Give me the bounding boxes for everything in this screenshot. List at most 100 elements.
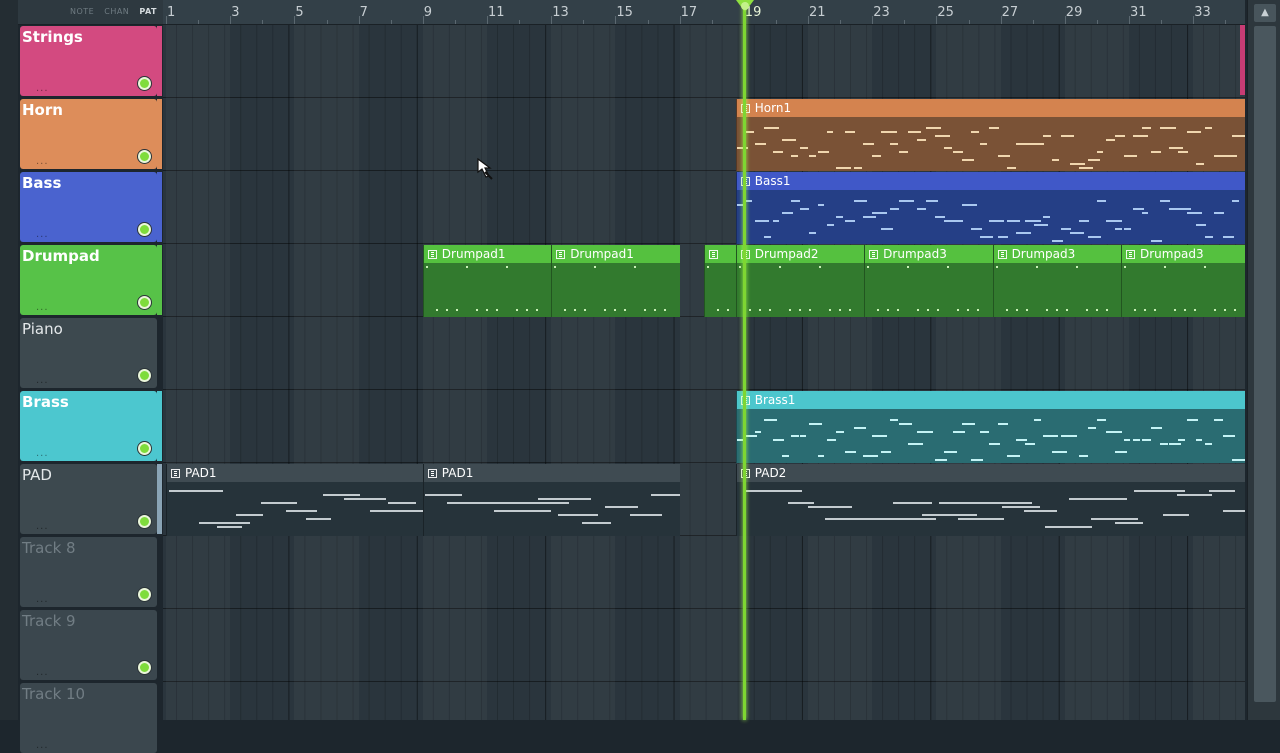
track-mute-led[interactable]	[138, 369, 151, 382]
track-grip-icon[interactable]: ...	[36, 156, 49, 167]
track-mute-led[interactable]	[138, 588, 151, 601]
pattern-clip[interactable]: Drumpad2	[735, 245, 865, 317]
clip-title-bar[interactable]: PAD1	[423, 464, 680, 482]
track-header[interactable]: Track 8...	[20, 537, 157, 607]
clip-title-bar[interactable]: Drumpad3	[865, 245, 993, 263]
clip-note	[745, 200, 752, 202]
clip-note	[1176, 494, 1213, 496]
pattern-clip[interactable]: Horn1	[735, 99, 1245, 171]
track-mute-led[interactable]	[138, 150, 151, 163]
track-header[interactable]: Horn...	[20, 99, 157, 169]
clip-title-bar[interactable]: Horn1	[736, 99, 1245, 117]
track-header[interactable]: Track 9...	[20, 610, 157, 680]
track-grip-icon[interactable]: ...	[36, 740, 49, 751]
tab-note[interactable]: NOTE	[70, 7, 94, 16]
track-grip-icon[interactable]: ...	[36, 83, 49, 94]
clip-title-bar[interactable]: Drumpad3	[993, 245, 1121, 263]
pattern-clip[interactable]: Bass1	[735, 172, 1245, 244]
ruler-bar-number: 11	[488, 5, 505, 20]
pattern-clip[interactable]: Drumpad3	[864, 245, 993, 317]
clip-title-bar[interactable]: PAD2	[736, 464, 1245, 482]
clip-note	[1042, 135, 1052, 137]
clip-note	[1006, 220, 1020, 222]
clip-title-bar[interactable]: Drumpad2	[736, 245, 865, 263]
clip-note	[475, 309, 478, 311]
track-header[interactable]: Strings...	[20, 26, 157, 96]
scroll-up-arrow-icon[interactable]: ▲	[1254, 4, 1276, 22]
track-mute-led[interactable]	[138, 515, 151, 528]
ruler-tick	[1064, 16, 1066, 24]
clip-note	[1159, 127, 1176, 129]
pattern-clip[interactable]: Brass1	[735, 391, 1245, 463]
track-grip-icon[interactable]: ...	[36, 302, 49, 313]
playlist-grid[interactable]: Horn1 Bass1 Drumpad1 Drumpad1 Drumpad2 Drumpa…	[163, 25, 1245, 720]
clip-note	[305, 518, 332, 520]
scroll-thumb[interactable]	[1254, 26, 1276, 702]
clip-title-bar[interactable]	[704, 245, 736, 263]
clip-notes	[167, 482, 423, 536]
clip-label: PAD2	[754, 466, 787, 480]
tab-chan[interactable]: CHAN	[104, 7, 129, 16]
clip-note	[880, 228, 894, 230]
pattern-icon	[1125, 250, 1135, 259]
clip-note	[997, 236, 1008, 238]
track-mute-led[interactable]	[138, 77, 151, 90]
clip-note	[970, 131, 979, 133]
track-mute-led[interactable]	[138, 223, 151, 236]
ruler-bar-number: 13	[552, 5, 569, 20]
clip-note	[594, 266, 597, 268]
pattern-clip[interactable]: Drumpad3	[1120, 245, 1245, 317]
pattern-clip[interactable]: Drumpad1	[422, 245, 552, 317]
tab-pat[interactable]: PAT	[139, 7, 157, 16]
clip-note	[997, 423, 1008, 425]
clip-title-bar[interactable]: Brass1	[736, 391, 1245, 409]
clip-note	[897, 309, 900, 311]
clip-title-bar[interactable]: Drumpad1	[552, 245, 680, 263]
pattern-clip[interactable]: PAD1	[166, 464, 423, 536]
clip-note	[1123, 155, 1138, 157]
ruler-tick	[1000, 16, 1002, 24]
pattern-icon	[556, 250, 566, 259]
track-mute-led[interactable]	[138, 296, 151, 309]
track-color-strip	[157, 99, 162, 169]
track-grip-icon[interactable]: ...	[36, 521, 49, 532]
track-grip-icon[interactable]: ...	[36, 448, 49, 459]
clip-note	[838, 309, 841, 311]
strings-clip-edge[interactable]	[1240, 25, 1245, 95]
pattern-clip[interactable]: Drumpad3	[992, 245, 1121, 317]
ruler-tick	[711, 20, 713, 24]
track-grip-icon[interactable]: ...	[36, 594, 49, 605]
track-grip-icon[interactable]: ...	[36, 667, 49, 678]
vertical-scrollbar[interactable]: ▲	[1247, 0, 1280, 720]
clip-title-bar[interactable]: Drumpad1	[423, 245, 552, 263]
clip-note	[1051, 159, 1060, 161]
pattern-clip[interactable]	[703, 245, 736, 317]
clip-note	[1060, 228, 1071, 230]
pattern-clip[interactable]: PAD2	[735, 464, 1245, 536]
pattern-clip[interactable]: Drumpad1	[551, 245, 680, 317]
timeline-ruler[interactable]: 1 3 5 7 9 11 13 15 17 19 21 23 25 27 29 31 33	[163, 0, 1245, 25]
track-mute-led[interactable]	[138, 661, 151, 674]
track-header[interactable]: Piano...	[20, 318, 157, 388]
playhead-line[interactable]	[743, 0, 746, 720]
clip-note	[1159, 200, 1170, 202]
clip-note	[826, 439, 836, 441]
clip-note	[790, 155, 798, 157]
track-grip-icon[interactable]: ...	[36, 375, 49, 386]
pattern-clip[interactable]: PAD1	[422, 464, 680, 536]
clip-note	[1153, 309, 1156, 311]
clip-label: PAD1	[441, 466, 474, 480]
clip-note	[788, 309, 791, 311]
ruler-bar-number: 5	[295, 5, 304, 20]
track-header[interactable]: Brass...	[20, 391, 157, 461]
track-header[interactable]: Bass...	[20, 172, 157, 242]
clip-title-bar[interactable]: Bass1	[736, 172, 1245, 190]
track-header[interactable]: PAD...	[20, 464, 157, 534]
clip-title-bar[interactable]: Drumpad3	[1121, 245, 1245, 263]
track-header[interactable]: Drumpad...	[20, 245, 157, 315]
track-header[interactable]: Track 10...	[20, 683, 157, 753]
clip-title-bar[interactable]: PAD1	[167, 464, 423, 482]
track-grip-icon[interactable]: ...	[36, 229, 49, 240]
track-mute-led[interactable]	[138, 442, 151, 455]
grid-band	[166, 25, 230, 720]
